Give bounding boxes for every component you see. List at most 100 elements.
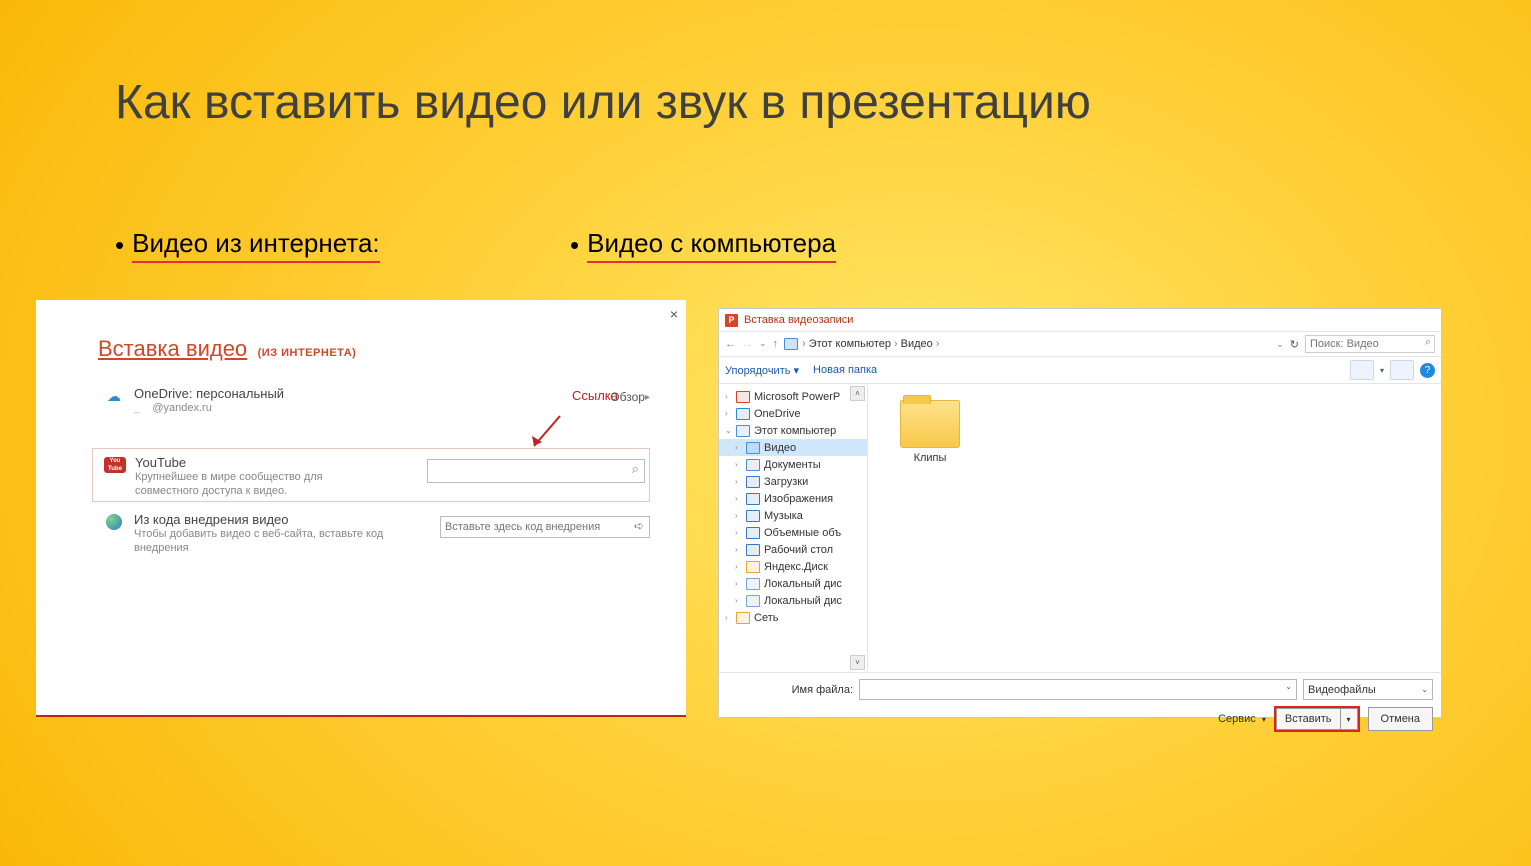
tree-item[interactable]: ›Сеть: [719, 609, 867, 626]
chevron-icon: ›: [725, 409, 733, 418]
nav-back-icon[interactable]: ←: [725, 338, 736, 350]
tree-item[interactable]: ›Изображения: [719, 490, 867, 507]
onedrive-row[interactable]: ☁ OneDrive: персональный _ @yandex.ru Об…: [96, 386, 650, 440]
scroll-up-icon[interactable]: ˄: [850, 386, 865, 401]
window-title: Вставка видеозаписи: [744, 314, 853, 326]
refresh-icon[interactable]: ↻: [1290, 338, 1299, 351]
slide-title: Как вставить видео или звук в презентаци…: [115, 75, 1091, 130]
embed-input-wrap: [440, 516, 650, 538]
preview-pane-button[interactable]: [1390, 360, 1414, 380]
tree-item-label: Рабочий стол: [764, 544, 833, 556]
tree-item[interactable]: › Загрузки: [719, 473, 867, 490]
tree-item[interactable]: ›Локальный дис: [719, 575, 867, 592]
folder-label: Клипы: [900, 452, 960, 464]
powerpoint-app-icon: P: [725, 314, 738, 327]
embed-row[interactable]: Из кода внедрения видео Чтобы добавить в…: [96, 512, 650, 566]
tree-item[interactable]: › Объемные объ: [719, 524, 867, 541]
insert-video-internet-dialog: × Вставка видео (ИЗ ИНТЕРНЕТА) Ссылка ☁ …: [36, 300, 686, 717]
tree-item-icon: [746, 544, 760, 556]
bullet-internet-video: • Видео из интернета:: [115, 228, 380, 263]
chevron-icon: ›: [735, 528, 743, 537]
organize-button[interactable]: Упорядочить ▾: [725, 364, 799, 377]
insert-dropdown-button[interactable]: ▾: [1341, 708, 1358, 730]
insert-video-file-dialog: P Вставка видеозаписи ← → ⌄ ↑ › Этот ком…: [718, 308, 1442, 718]
chevron-icon: ›: [735, 562, 743, 571]
tree-item-label: Microsoft PowerP: [754, 391, 840, 403]
onedrive-subtitle: _ @yandex.ru: [134, 401, 590, 415]
youtube-title: YouTube: [135, 455, 407, 470]
cloud-icon: ☁: [96, 388, 132, 405]
chevron-icon: ›: [735, 579, 743, 588]
scroll-down-icon[interactable]: ˅: [850, 655, 865, 670]
chevron-icon: ›: [725, 613, 733, 622]
pc-icon: [784, 338, 798, 350]
chevron-icon: ›: [735, 545, 743, 554]
chevron-icon: ›: [735, 596, 743, 605]
tree-item-label: Объемные объ: [764, 527, 841, 539]
nav-recent-icon[interactable]: ⌄: [759, 338, 767, 350]
dialog-header: Вставка видео (ИЗ ИНТЕРНЕТА): [98, 336, 356, 362]
nav-forward-icon[interactable]: →: [742, 338, 753, 350]
folder-tree[interactable]: ˄ ˅ ›Microsoft PowerP›OneDrive⌄Этот комп…: [719, 384, 868, 672]
bullet-internet-label: Видео из интернета:: [132, 228, 380, 263]
help-icon[interactable]: ?: [1420, 363, 1435, 378]
tree-item-icon: [736, 391, 750, 403]
tree-item-label: Музыка: [764, 510, 803, 522]
close-icon[interactable]: ×: [670, 306, 678, 322]
chevron-down-icon: ⌄: [1421, 685, 1428, 694]
youtube-search-input[interactable]: [427, 459, 645, 483]
search-input[interactable]: [1305, 335, 1435, 353]
filename-label: Имя файла:: [719, 684, 859, 696]
insert-button[interactable]: Вставить: [1276, 708, 1341, 730]
new-folder-button[interactable]: Новая папка: [813, 364, 877, 377]
youtube-row[interactable]: YouTube YouTube Крупнейшее в мире сообще…: [92, 448, 650, 502]
bullet-dot-icon: •: [115, 230, 124, 261]
browse-button[interactable]: Обзор: [610, 390, 650, 404]
tools-button[interactable]: Сервис ▾: [1218, 713, 1266, 725]
tree-item[interactable]: ›Видео: [719, 439, 867, 456]
folder-item[interactable]: Клипы: [900, 400, 960, 464]
dialog-subtitle: (ИЗ ИНТЕРНЕТА): [258, 347, 357, 359]
tree-item[interactable]: ›OneDrive: [719, 405, 867, 422]
tree-item-icon: [736, 408, 750, 420]
tree-item[interactable]: › Локальный дис: [719, 592, 867, 609]
onedrive-title: OneDrive: персональный: [134, 386, 590, 401]
tree-item[interactable]: › Рабочий стол: [719, 541, 867, 558]
tree-item-icon: [746, 510, 760, 522]
tree-item-label: Этот компьютер: [754, 425, 836, 437]
bullet-computer-video: • Видео с компьютера: [570, 228, 836, 263]
filetype-combobox[interactable]: Видеофайлы ⌄: [1303, 679, 1433, 700]
tree-item-icon: [746, 595, 760, 607]
tree-item[interactable]: ⌄ Этот компьютер: [719, 422, 867, 439]
tree-item-label: Загрузки: [764, 476, 808, 488]
view-options-button[interactable]: [1350, 360, 1374, 380]
embed-title: Из кода внедрения видео: [134, 512, 420, 527]
embed-code-input[interactable]: [440, 516, 650, 538]
tree-item-label: Документы: [764, 459, 821, 471]
chevron-icon: ›: [735, 477, 743, 486]
breadcrumb-item[interactable]: Видео: [901, 338, 933, 350]
tree-item-icon: [746, 476, 760, 488]
chevron-icon: ⌄: [725, 426, 733, 435]
breadcrumb[interactable]: › Этот компьютер › Видео ›: [784, 338, 939, 350]
tree-item-icon: [736, 612, 750, 624]
tree-item-icon: [746, 493, 760, 505]
tree-item[interactable]: ›Яндекс.Диск: [719, 558, 867, 575]
filename-combobox[interactable]: ⌄: [859, 679, 1297, 700]
globe-icon: [96, 514, 132, 530]
tree-item-icon: [746, 442, 760, 454]
chevron-icon: ›: [735, 460, 743, 469]
chevron-icon: ›: [735, 511, 743, 520]
tree-item[interactable]: ›Microsoft PowerP: [719, 388, 867, 405]
tree-item[interactable]: › Документы: [719, 456, 867, 473]
tree-item-label: Локальный дис: [764, 595, 842, 607]
cancel-button[interactable]: Отмена: [1368, 707, 1433, 731]
tree-item-label: Видео: [764, 442, 796, 454]
file-list-area[interactable]: Клипы: [868, 384, 1441, 672]
insert-button-group: Вставить ▾: [1274, 706, 1360, 732]
tree-item[interactable]: › Музыка: [719, 507, 867, 524]
nav-up-icon[interactable]: ↑: [773, 338, 779, 350]
breadcrumb-item[interactable]: Этот компьютер: [809, 338, 891, 350]
bullet-computer-label: Видео с компьютера: [587, 228, 836, 263]
tree-item-icon: [746, 578, 760, 590]
